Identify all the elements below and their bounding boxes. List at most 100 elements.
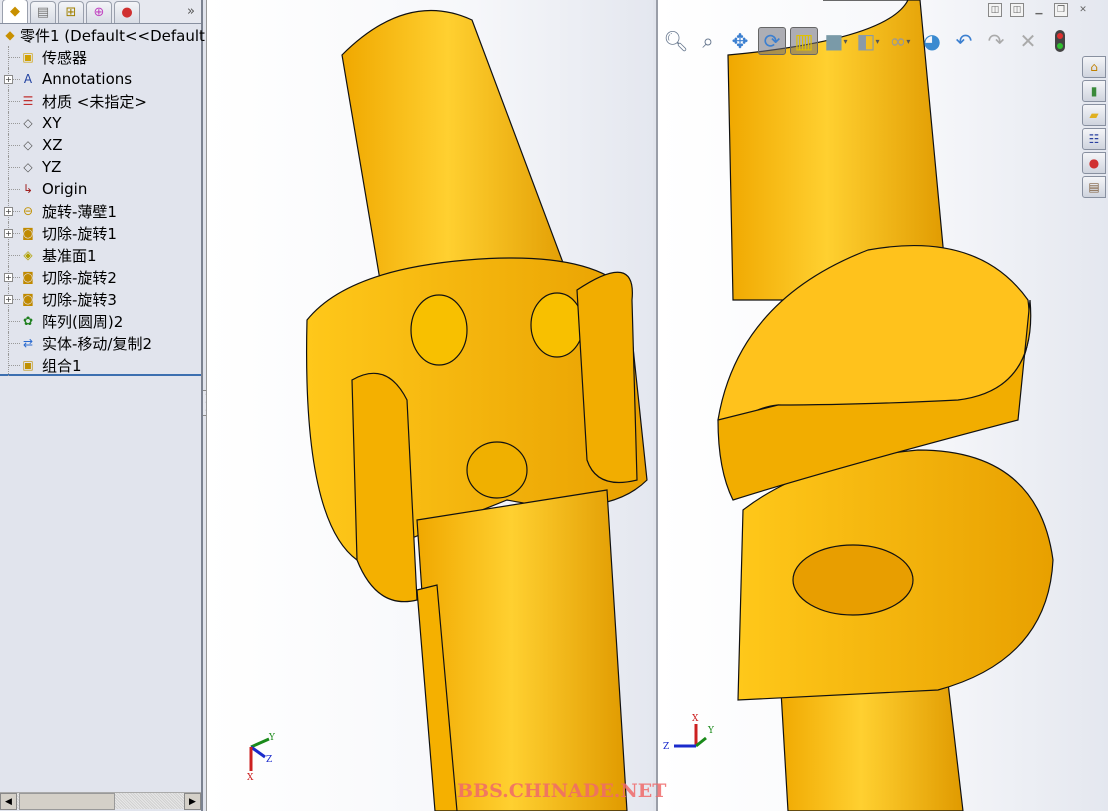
cut-revolve-icon: ◙ — [22, 226, 34, 240]
view-orientation-button[interactable]: ■ ▾ — [822, 27, 850, 55]
tree-node[interactable]: + ◙ 切除-旋转2 — [0, 266, 201, 288]
tree-line — [9, 57, 20, 58]
move-copy-body-icon: ⇄ — [22, 336, 34, 350]
cut-revolve-icon: ◙ — [22, 292, 34, 306]
property-manager-tab[interactable]: ▤ — [30, 1, 56, 23]
rotate-icon: ⟳ — [763, 29, 781, 53]
task-pane-file-explorer[interactable]: ▰ — [1082, 104, 1106, 126]
horizontal-scrollbar[interactable]: ◀ ▶ — [0, 792, 201, 810]
origin-icon: ↳ — [22, 182, 34, 196]
circular-pattern-icon: ✿ — [22, 314, 34, 328]
tree-node[interactable]: ◇ YZ — [0, 156, 201, 178]
tree-line — [9, 189, 20, 190]
task-pane-appearances[interactable]: ● — [1082, 152, 1106, 174]
watermark: BBS.CHINADE.NET — [457, 780, 667, 802]
viewport-window-controls: ◫ ◫ ▁ ❐ ✕ — [988, 3, 1090, 17]
expand-toggle[interactable]: + — [4, 294, 13, 304]
undo-button[interactable]: ↶ — [950, 27, 978, 55]
dimxpert-tab[interactable]: ⊕ — [86, 1, 112, 23]
scroll-thumb[interactable] — [19, 793, 115, 810]
tree-node[interactable]: + ⊖ 旋转-薄壁1 — [0, 200, 201, 222]
feature-manager-icon: ◆ — [10, 4, 20, 19]
scroll-left-button[interactable]: ◀ — [0, 793, 17, 810]
redo-button[interactable]: ↷ — [982, 27, 1010, 55]
tree-node[interactable]: ◇ XZ — [0, 134, 201, 156]
design-library-icon: ▮ — [1090, 84, 1098, 98]
traffic-light-icon — [1055, 30, 1065, 52]
task-pane-home[interactable]: ⌂ — [1082, 56, 1106, 78]
feature-manager-tab[interactable]: ◆ — [2, 0, 28, 23]
task-pane-view-palette[interactable]: ☷ — [1082, 128, 1106, 150]
zoom-to-fit-icon: 🔍︎ — [663, 29, 689, 53]
display-style-button[interactable]: ◧ ▾ — [854, 27, 882, 55]
triad-z-label: Z — [266, 755, 273, 765]
cancel-button[interactable]: ✕ — [1014, 27, 1042, 55]
tree-node[interactable]: ▣ 传感器 — [0, 46, 201, 68]
restore-icon: ❐ — [1056, 5, 1066, 15]
display-style-icon: ◧ — [856, 29, 876, 53]
configuration-manager-icon: ⊞ — [65, 5, 77, 20]
expand-toggle[interactable]: + — [4, 74, 13, 84]
revolve-thin-icon: ⊖ — [22, 204, 34, 218]
tree-node[interactable]: ⇄ 实体-移动/复制2 — [0, 332, 201, 354]
tile-right-button[interactable]: ◫ — [1010, 3, 1024, 17]
model-view-right — [717, 0, 1054, 811]
tree-node[interactable]: ◆ 零件1 (Default<<Default — [0, 24, 205, 46]
hide-show-button[interactable]: ∞ ▾ — [886, 27, 914, 55]
task-pane-design-library[interactable]: ▮ — [1082, 80, 1106, 102]
annotations-icon: A — [23, 72, 33, 86]
tree-node-label: 零件1 (Default<<Default — [20, 26, 205, 45]
task-pane-custom-properties[interactable]: ▤ — [1082, 176, 1106, 198]
appearance-icon: ◕ — [923, 29, 941, 53]
expand-toggle[interactable]: + — [4, 206, 13, 216]
configuration-manager-tab[interactable]: ⊞ — [58, 1, 84, 23]
tree-node[interactable]: ✿ 阵列(圆周)2 — [0, 310, 201, 332]
folder-icon: ▰ — [1089, 108, 1099, 122]
tree-node[interactable]: ◇ XY — [0, 112, 201, 134]
cutout — [792, 544, 914, 616]
triad-x-label: X — [247, 773, 254, 783]
tree-node[interactable]: + ◙ 切除-旋转3 — [0, 288, 201, 310]
tree-node[interactable]: ☰ 材质 <未指定> — [0, 90, 201, 112]
triad-y-label: Y — [708, 726, 714, 736]
cutout — [466, 441, 528, 499]
close-button[interactable]: ✕ — [1076, 3, 1090, 17]
triad-right: X Y Z — [662, 714, 718, 766]
more-tabs-button[interactable]: » — [187, 4, 195, 19]
graphics-viewport-right[interactable]: X Y Z — [656, 0, 1108, 811]
scroll-right-button[interactable]: ▶ — [184, 793, 201, 810]
tree-node[interactable]: + ◙ 切除-旋转1 — [0, 222, 201, 244]
tree-node-label: 材质 <未指定> — [42, 92, 147, 111]
graphics-viewport-left[interactable]: Y Z X — [206, 0, 653, 811]
section-view-button[interactable]: ▥ — [790, 27, 818, 55]
tree-node-label: 切除-旋转2 — [42, 268, 117, 287]
tree-node[interactable]: ◈ 基准面1 — [0, 244, 201, 266]
feature-tree: ◆ 零件1 (Default<<Default ▣ 传感器 + A Annotations ☰… — [0, 24, 205, 376]
tile-right-icon: ◫ — [1012, 5, 1022, 15]
pan-button[interactable]: ✥ — [726, 27, 754, 55]
manager-tabs: ◆ ▤ ⊞ ⊕ ● » — [0, 0, 201, 24]
tree-node-label: 旋转-薄壁1 — [42, 202, 117, 221]
tree-node[interactable]: ▣ 组合1 — [0, 354, 201, 376]
task-pane-tabs: ⌂ ▮ ▰ ☷ ● ▤ — [1082, 56, 1106, 198]
appearance-button[interactable]: ◕ — [918, 27, 946, 55]
restore-button[interactable]: ❐ — [1054, 3, 1068, 17]
expand-toggle[interactable]: + — [4, 272, 13, 282]
tree-line — [9, 167, 20, 168]
rotate-button[interactable]: ⟳ — [758, 27, 786, 55]
tree-node[interactable]: + A Annotations — [0, 68, 201, 90]
home-icon: ⌂ — [1090, 60, 1098, 74]
tile-left-button[interactable]: ◫ — [988, 3, 1002, 17]
tree-node-label: 实体-移动/复制2 — [42, 334, 153, 353]
expand-toggle[interactable]: + — [4, 228, 13, 238]
cut-revolve-icon: ◙ — [22, 270, 34, 284]
tree-node-label: 组合1 — [42, 356, 82, 375]
display-manager-tab[interactable]: ● — [114, 1, 140, 23]
rebuild-status-button[interactable] — [1046, 27, 1074, 55]
zoom-to-fit-button[interactable]: 🔍︎ — [662, 27, 690, 55]
plane-icon: ◇ — [23, 138, 33, 152]
minimize-button[interactable]: ▁ — [1032, 3, 1046, 17]
zoom-to-area-button[interactable]: ⌕ — [694, 27, 722, 55]
undo-icon: ↶ — [955, 29, 973, 53]
tree-node[interactable]: ↳ Origin — [0, 178, 201, 200]
